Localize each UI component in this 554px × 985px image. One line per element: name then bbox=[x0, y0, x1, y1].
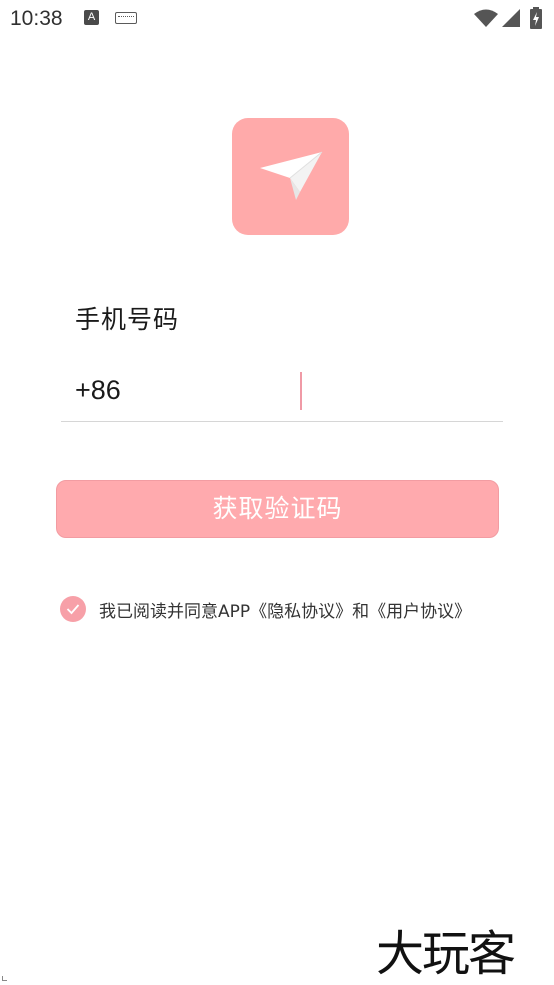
status-time: 10:38 bbox=[10, 7, 63, 30]
paper-plane-icon bbox=[260, 151, 323, 200]
country-code[interactable]: +86 bbox=[75, 375, 121, 406]
battery-charging-icon bbox=[530, 7, 542, 29]
phone-number-label: 手机号码 bbox=[75, 305, 180, 334]
notification-a-icon: A bbox=[84, 10, 99, 25]
agreement-text[interactable]: 我已阅读并同意APP《隐私协议》和《用户协议》 bbox=[99, 597, 471, 622]
status-bar: 10:38 A bbox=[0, 0, 554, 40]
get-verification-code-button[interactable]: 获取验证码 bbox=[56, 480, 499, 538]
text-cursor bbox=[300, 372, 302, 410]
checkmark-icon bbox=[66, 604, 80, 615]
corner-mark bbox=[2, 976, 7, 981]
phone-number-input[interactable] bbox=[299, 370, 499, 412]
keyboard-icon bbox=[115, 12, 137, 24]
watermark-logo: 大玩客 bbox=[376, 926, 516, 982]
app-logo bbox=[232, 118, 349, 235]
wifi-icon bbox=[474, 9, 498, 27]
phone-input-row: +86 bbox=[61, 360, 503, 422]
agreement-checkbox[interactable] bbox=[60, 596, 86, 622]
signal-icon bbox=[502, 9, 520, 27]
